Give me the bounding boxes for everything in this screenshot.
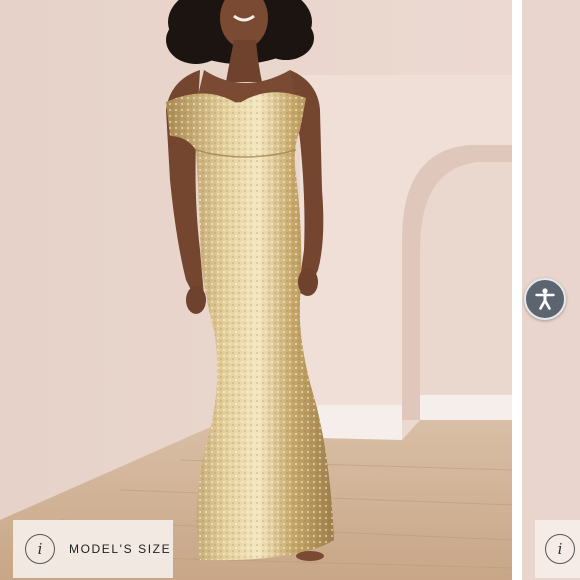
info-icon: i [545, 534, 575, 564]
accessibility-icon [535, 288, 555, 310]
accessibility-button[interactable] [524, 278, 566, 320]
product-photo [0, 0, 512, 580]
info-icon: i [25, 534, 55, 564]
models-size-button[interactable]: i MODEL'S SIZE [13, 520, 173, 578]
product-image-carousel[interactable]: i MODEL'S SIZE i [0, 0, 580, 580]
models-size-button-next[interactable]: i [535, 520, 580, 578]
models-size-label: MODEL'S SIZE [69, 542, 172, 556]
product-image-slide[interactable]: i MODEL'S SIZE [0, 0, 512, 580]
